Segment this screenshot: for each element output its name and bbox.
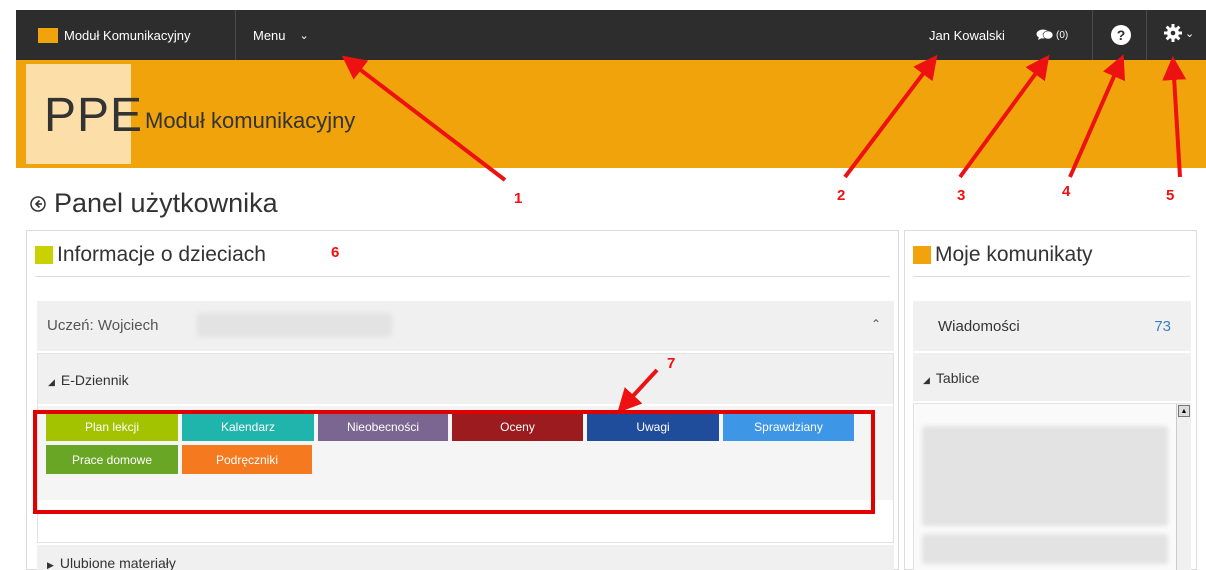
brand-link[interactable]: Moduł Komunikacyjny xyxy=(16,10,236,60)
messages-row[interactable]: Wiadomości 73 xyxy=(913,301,1191,351)
favorites-label-text: Ulubione materiały xyxy=(59,555,176,570)
annotation-highlight-frame xyxy=(33,410,875,514)
panel-divider xyxy=(35,276,890,277)
messages-panel: Moje komunikaty Wiadomości 73 ◢ Tablice ▲ xyxy=(904,230,1197,570)
navbar-divider xyxy=(1146,10,1147,60)
student-header[interactable]: Uczeń: Wojciech ⌃ xyxy=(37,301,894,351)
settings-dropdown[interactable]: ⌄ xyxy=(1163,23,1194,43)
annotation-label-6: 6 xyxy=(331,244,340,261)
boards-header[interactable]: ◢ Tablice xyxy=(913,353,1191,401)
annotation-label-4: 4 xyxy=(1062,183,1071,200)
brand-logo-icon xyxy=(38,27,58,43)
messages-label: Wiadomości xyxy=(938,318,1020,335)
menu-label: Menu xyxy=(253,27,286,43)
children-info-panel: Informacje o dzieciach Uczeń: Wojciech ⌃… xyxy=(26,230,899,570)
redacted-board-content xyxy=(922,534,1168,564)
ediary-label-text: E-Dziennik xyxy=(60,372,129,388)
ediary-header[interactable]: ◢ E-Dziennik xyxy=(38,354,893,404)
boards-label: ◢ Tablice xyxy=(923,370,980,386)
logo-text: PPE xyxy=(44,89,144,142)
logo-box: PPE xyxy=(26,64,142,164)
messages-count-link[interactable]: 73 xyxy=(1154,318,1171,335)
messages-button[interactable]: (0) xyxy=(1036,10,1068,60)
top-navbar: Moduł Komunikacyjny Menu ⌄ Jan Kowalski … xyxy=(16,10,1206,60)
favorites-label: ▶ Ulubione materiały xyxy=(47,555,176,570)
circle-arrow-left-icon[interactable] xyxy=(30,195,46,212)
triangle-down-icon: ◢ xyxy=(923,375,930,385)
panel-divider xyxy=(913,276,1190,277)
gear-icon xyxy=(1164,24,1182,42)
double-chevron-up-icon[interactable]: ⌃ xyxy=(871,317,881,331)
annotation-label-1: 1 xyxy=(514,190,523,207)
messages-count: (0) xyxy=(1056,29,1069,41)
triangle-right-icon: ▶ xyxy=(47,560,54,570)
header-subtitle: Moduł komunikacyjny xyxy=(145,108,356,133)
children-panel-heading: Informacje o dzieciach xyxy=(35,243,266,267)
chat-icon xyxy=(1036,29,1054,40)
messages-panel-title: Moje komunikaty xyxy=(935,243,1093,266)
annotation-label-5: 5 xyxy=(1166,187,1175,204)
annotation-label-3: 3 xyxy=(957,187,966,204)
redacted-student-surname xyxy=(197,313,392,337)
question-circle-icon[interactable]: ? xyxy=(1111,25,1131,45)
page-title: Panel użytkownika xyxy=(30,188,278,219)
orange-square-icon xyxy=(913,246,931,264)
user-name-link[interactable]: Jan Kowalski xyxy=(929,10,1005,60)
redacted-board-content xyxy=(922,426,1168,526)
header-banner: PPE Moduł komunikacyjny xyxy=(16,60,1206,168)
chevron-down-icon: ⌄ xyxy=(299,29,309,42)
boards-list: ▲ xyxy=(913,403,1191,570)
favorites-header[interactable]: ▶ Ulubione materiały xyxy=(37,545,894,570)
children-panel-title: Informacje o dzieciach xyxy=(57,243,266,266)
scroll-up-arrow-icon[interactable]: ▲ xyxy=(1178,405,1190,417)
menu-dropdown[interactable]: Menu ⌄ xyxy=(253,10,309,60)
navbar-divider xyxy=(1092,10,1093,60)
triangle-down-icon: ◢ xyxy=(48,377,55,387)
annotation-label-2: 2 xyxy=(837,187,846,204)
annotation-label-7: 7 xyxy=(667,355,676,372)
ediary-label: ◢ E-Dziennik xyxy=(48,372,129,388)
messages-panel-heading: Moje komunikaty xyxy=(913,243,1093,267)
brand-label: Moduł Komunikacyjny xyxy=(64,27,191,43)
boards-scrollbar[interactable]: ▲ xyxy=(1176,404,1191,570)
lime-square-icon xyxy=(35,246,53,264)
boards-label-text: Tablice xyxy=(935,370,980,386)
user-name: Jan Kowalski xyxy=(929,27,1005,43)
student-label: Uczeń: Wojciech xyxy=(47,317,159,334)
page-title-text: Panel użytkownika xyxy=(54,188,278,218)
chevron-down-icon: ⌄ xyxy=(1185,27,1195,40)
